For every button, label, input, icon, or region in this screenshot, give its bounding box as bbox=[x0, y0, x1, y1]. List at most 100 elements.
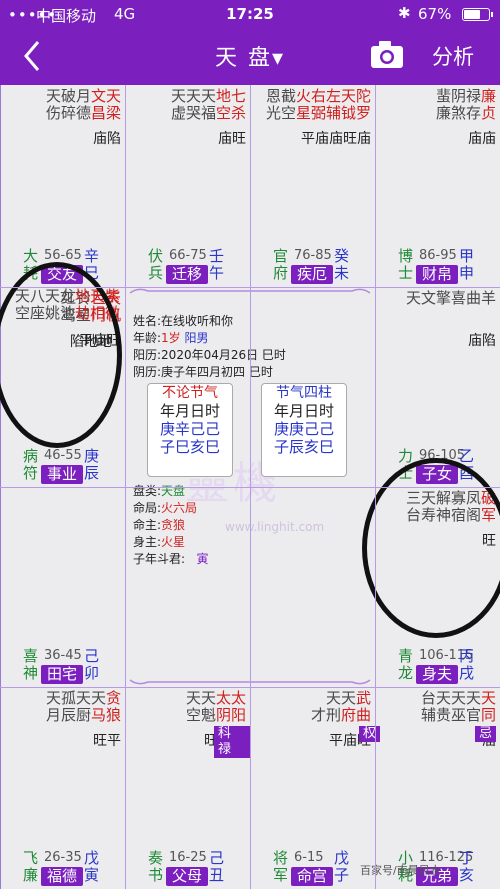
star-names: 辅贵巫官 bbox=[420, 706, 481, 724]
palace-cell[interactable]: 台天天天天辅贵巫官同庙忌小耗116-125兄弟丁亥 bbox=[376, 688, 500, 889]
palace-footer: 飞廉 26-35 福德 戊寅 bbox=[1, 850, 125, 886]
name-value: 在线收听和你 bbox=[161, 314, 234, 328]
palace-stars: 天破月文天 伤碎德昌梁 bbox=[1, 88, 125, 122]
star-names: 天孤天天 bbox=[45, 689, 106, 707]
pillars-branches-1: 子巳亥巳 bbox=[159, 438, 221, 456]
page-title[interactable]: 天 盘▾ bbox=[0, 40, 500, 72]
pillars-stems-1: 庚辛己己 bbox=[159, 420, 221, 438]
star-names: 府曲 bbox=[340, 706, 371, 724]
star-row: 天天天地七 bbox=[126, 88, 246, 105]
star-names: 空座姚池 bbox=[14, 304, 75, 322]
palace-cell[interactable]: 喜神 36-45 田宅 己卯 bbox=[1, 488, 125, 687]
palace-footer: 将军 6-15 命宫 戊子 bbox=[251, 850, 375, 886]
palace-name-badge[interactable]: 身夫 bbox=[416, 665, 459, 684]
palace-cell[interactable]: 恩截火右左天陀 光空星弼辅钺罗 平庙庙旺庙 官府 76-85 疾厄 癸未 bbox=[251, 86, 375, 287]
palace-name-badge[interactable]: 财帛 bbox=[416, 265, 459, 284]
age-range: 86-95 bbox=[419, 248, 457, 263]
palace-cell[interactable]: 天天武 才刑府曲 平庙旺权将军 6-15 命宫 戊子 bbox=[251, 688, 381, 889]
star-names: 三天解寡凤 bbox=[405, 489, 481, 507]
age-range: 26-35 bbox=[44, 850, 82, 865]
battery-percent: 67% bbox=[418, 5, 452, 23]
star-names: 阴阳 bbox=[215, 706, 246, 724]
brightness-label: 庙庙 bbox=[468, 131, 496, 147]
star-row: 蜚阴禄廉 bbox=[376, 88, 496, 105]
star-names: 文天 bbox=[90, 87, 121, 105]
pillars-head-1: 年月日时 bbox=[159, 402, 221, 420]
camera-button[interactable] bbox=[370, 40, 404, 70]
palace-gods: 飞廉 bbox=[23, 849, 39, 884]
palace-footer: 大耗 56-65 交友 辛巳 bbox=[1, 248, 125, 284]
grid-line bbox=[0, 487, 500, 488]
star-row: 空座姚池劫相微 bbox=[0, 305, 120, 322]
star-names: 虚哭福 bbox=[170, 104, 216, 122]
palace-stars: 天孤天天贪 月辰厨马狼 bbox=[1, 690, 125, 724]
palace-cell[interactable]: 天破月文天 伤碎德昌梁 庙陷 大耗 56-65 交友 辛巳 bbox=[1, 86, 125, 287]
palace-ganzhi: 戊寅 bbox=[84, 849, 100, 884]
palace-gods: 将军 bbox=[273, 849, 289, 884]
palace-gods: 博士 bbox=[398, 247, 414, 282]
palace-name-badge[interactable]: 事业 bbox=[41, 465, 84, 484]
palace-footer: 力士 96-105 子女 乙酉 bbox=[376, 448, 500, 484]
star-row: 廉煞存贞 bbox=[376, 105, 496, 122]
palace-ganzhi: 己卯 bbox=[84, 647, 100, 682]
pillars-head-2: 年月日时 bbox=[273, 402, 335, 420]
palace-name-badge[interactable]: 迁移 bbox=[166, 265, 209, 284]
star-names: 贞 bbox=[480, 104, 496, 122]
palace-gods: 奏书 bbox=[148, 849, 164, 884]
pillars-stems-2: 庚庚己己 bbox=[273, 420, 335, 438]
palace-stars: 三天解寡凤破 台寿神宿阁军 bbox=[376, 490, 500, 524]
palace-name-badge[interactable]: 疾厄 bbox=[291, 265, 334, 284]
palace-cell[interactable]: 天天太太空魁阴阳旺庙陷科 禄奏书16-25父母己丑 bbox=[126, 688, 250, 889]
star-row: 光空星弼辅钺罗 bbox=[251, 105, 371, 122]
star-names: 喜曲羊 bbox=[450, 289, 496, 307]
palace-name-badge[interactable]: 父母 bbox=[166, 867, 209, 886]
star-names: 月辰厨 bbox=[45, 706, 91, 724]
palace-cell[interactable]: 蜚阴禄廉 廉煞存贞 庙庙 博士 86-95 财帛 甲申 bbox=[376, 86, 500, 287]
mingzhu-value: 贪狼 bbox=[161, 518, 186, 532]
palace-cell[interactable]: 天文擎喜曲羊 庙陷 力士 96-105 子女 乙酉 bbox=[376, 288, 500, 487]
palace-footer: 青龙 106-115 身夫 丙戌 bbox=[376, 648, 500, 684]
name-label: 姓名: bbox=[133, 314, 162, 328]
palace-name-badge[interactable]: 福德 bbox=[41, 867, 84, 886]
star-names: 天八天龙 bbox=[14, 287, 75, 305]
pillars-card-2[interactable]: 节气四柱 年月日时 庚庚己己 子辰亥巳 bbox=[261, 383, 347, 477]
palace-cell[interactable]: 三天解寡凤破 台寿神宿阁军旺青龙 106-115 身夫 丙戌 bbox=[376, 488, 500, 687]
shenzhu-value: 火星 bbox=[161, 535, 186, 549]
star-names: 天天 bbox=[185, 689, 216, 707]
star-names: 劫相微 bbox=[74, 304, 120, 322]
analyze-button[interactable]: 分析 bbox=[432, 41, 474, 71]
star-names: 伤碎德 bbox=[45, 104, 91, 122]
palace-footer: 奏书 16-25 父母 己丑 bbox=[126, 850, 250, 886]
age-range: 76-85 bbox=[294, 248, 332, 263]
palace-gods: 伏兵 bbox=[148, 247, 164, 282]
palace-stars: 恩截火右左天陀 光空星弼辅钺罗 bbox=[251, 88, 375, 122]
sihua-badge: 权 bbox=[359, 726, 381, 742]
star-names: 天 bbox=[480, 689, 496, 707]
ju-value: 火六局 bbox=[161, 501, 198, 515]
star-row: 天天太太 bbox=[126, 690, 246, 707]
palace-name-badge[interactable]: 命宫 bbox=[291, 867, 334, 886]
star-row: 天八天龙地天紫 bbox=[0, 288, 120, 305]
palace-cell[interactable]: 天天天地七 虚哭福空杀 庙旺 伏兵 66-75 迁移 壬午 bbox=[126, 86, 250, 287]
pillars-card-1[interactable]: 不论节气 年月日时 庚辛己己 子巳亥巳 bbox=[147, 383, 233, 477]
palace-name-badge[interactable]: 子女 bbox=[416, 465, 459, 484]
palace-stars: 天天武 才刑府曲 bbox=[251, 690, 375, 724]
pillars-title-2: 节气四柱 bbox=[276, 385, 332, 401]
brightness-label: 陷地地 bbox=[70, 334, 112, 350]
age-label: 年龄: bbox=[133, 331, 162, 345]
palace-stars: 天文擎喜曲羊 bbox=[376, 290, 500, 307]
palace-name-badge[interactable]: 田宅 bbox=[41, 665, 84, 684]
palace-cell[interactable]: 天孤天天贪 月辰厨马狼旺平飞廉 26-35 福德 戊寅 bbox=[1, 688, 125, 889]
solar-date: 阳历:2020年04月26日 巳时 bbox=[133, 348, 286, 362]
watermark-url: www.linghit.com bbox=[225, 520, 325, 534]
palace-ganzhi: 癸未 bbox=[334, 247, 350, 282]
age-range: 56-65 bbox=[44, 248, 82, 263]
palace-name-badge[interactable]: 交友 bbox=[41, 265, 84, 284]
palace-ganzhi: 乙酉 bbox=[459, 447, 475, 482]
palace-stars: 天天太太 空魁阴阳 bbox=[126, 690, 250, 724]
brightness-label: 庙旺 bbox=[218, 131, 246, 147]
palace-gods: 喜神 bbox=[23, 647, 39, 682]
sihua-badge: 忌 bbox=[474, 726, 496, 742]
brightness-label: 旺平 bbox=[93, 733, 121, 749]
brightness-label: 平庙庙旺庙 bbox=[301, 131, 371, 147]
